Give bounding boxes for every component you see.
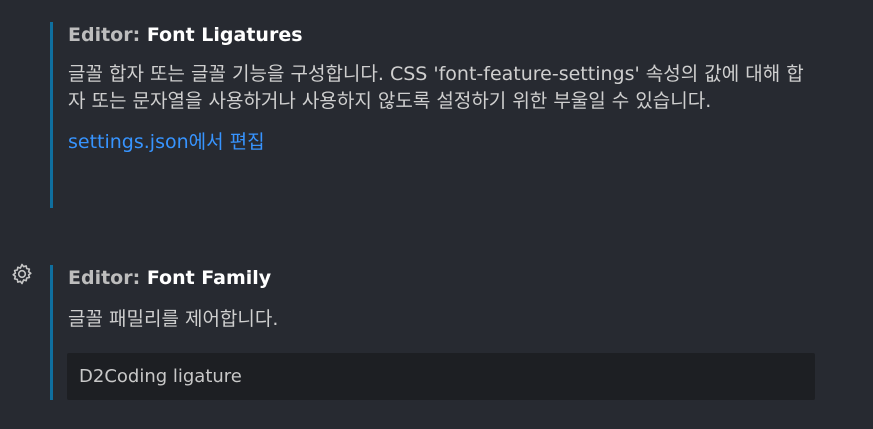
setting-name: Font Family (146, 267, 272, 289)
settings-editor: Editor: Font Ligatures 글꼴 합자 또는 글꼴 기능을 구… (0, 0, 873, 429)
setting-font-ligatures: Editor: Font Ligatures 글꼴 합자 또는 글꼴 기능을 구… (50, 22, 830, 208)
setting-font-family: Editor: Font Family 글꼴 패밀리를 제어합니다. D2Cod… (50, 265, 830, 400)
setting-description: 글꼴 패밀리를 제어합니다. (68, 308, 279, 330)
setting-name: Font Ligatures (146, 24, 303, 46)
font-family-input[interactable]: D2Coding ligature (67, 353, 815, 400)
setting-category: Editor: (68, 267, 147, 289)
gear-icon[interactable] (10, 262, 34, 286)
setting-category: Editor: (68, 24, 147, 46)
edit-in-settings-json-link[interactable]: settings.json에서 편집 (68, 129, 265, 155)
setting-title: Editor: Font Family (68, 265, 830, 291)
setting-title: Editor: Font Ligatures (68, 22, 830, 48)
setting-description: 글꼴 합자 또는 글꼴 기능을 구성합니다. CSS 'font-feature… (68, 63, 804, 112)
